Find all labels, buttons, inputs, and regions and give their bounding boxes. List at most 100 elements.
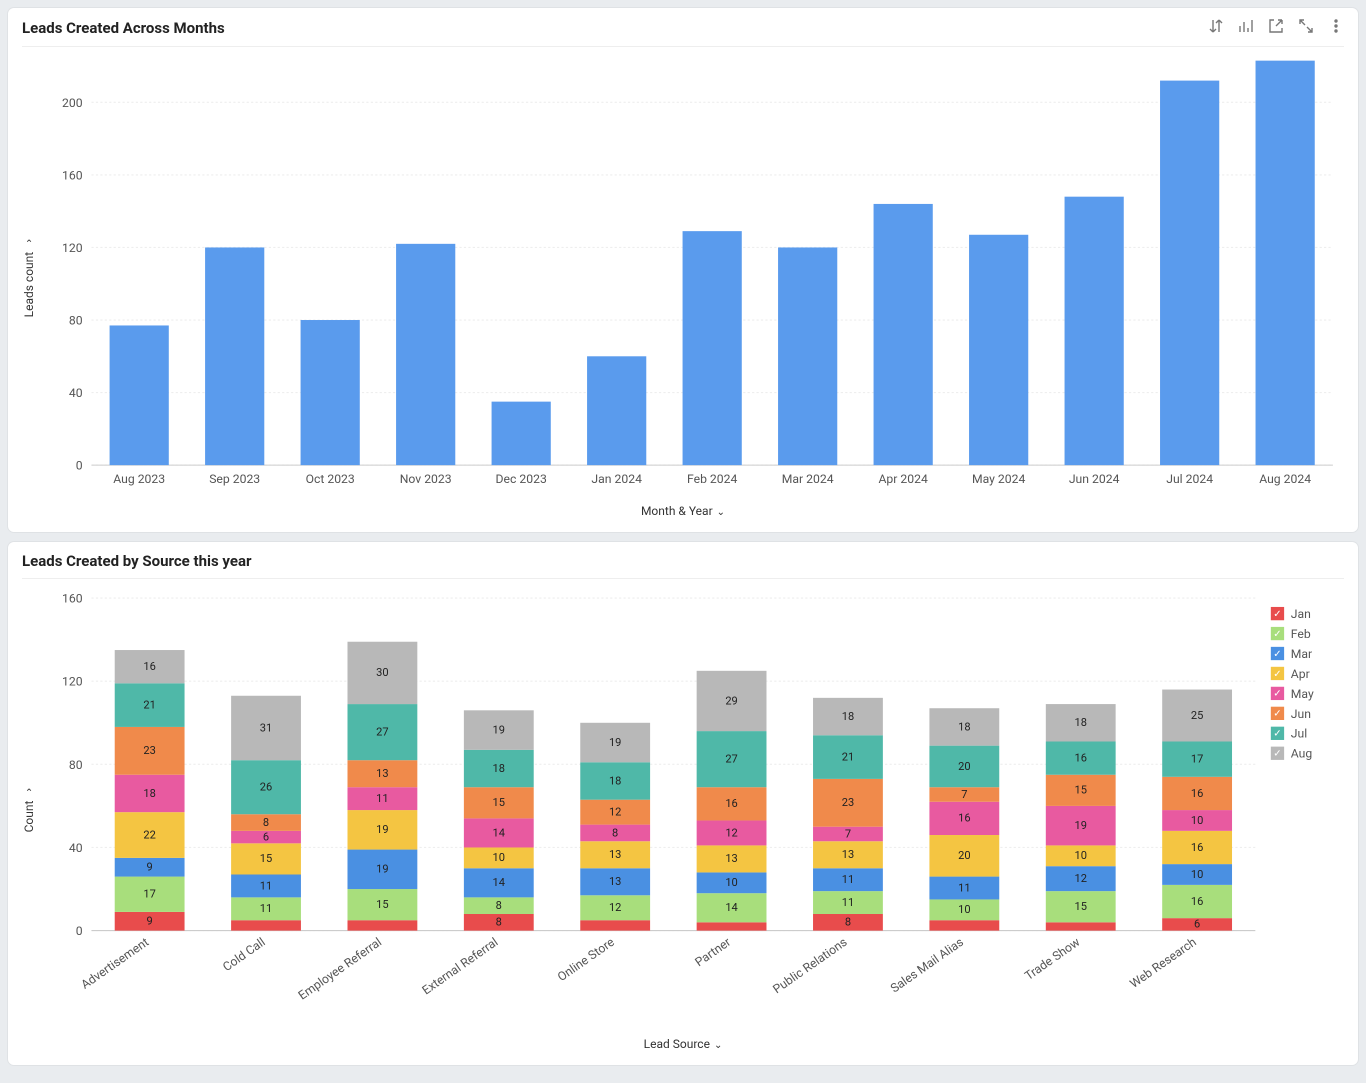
legend-item[interactable]: ✓Feb [1271,627,1311,641]
bar-segment[interactable] [231,921,301,931]
svg-text:18: 18 [842,710,854,723]
svg-text:Sep 2023: Sep 2023 [209,472,260,486]
svg-text:11: 11 [376,792,388,805]
svg-text:Jan 2024: Jan 2024 [591,472,642,486]
y-axis-label[interactable]: Count ⌄ [22,587,36,1030]
legend-item[interactable]: ✓Jul [1271,727,1307,741]
svg-text:13: 13 [842,848,854,861]
svg-text:23: 23 [143,745,155,758]
svg-text:80: 80 [69,758,83,772]
bar[interactable] [492,402,551,465]
svg-text:19: 19 [376,824,388,837]
bar[interactable] [683,231,742,465]
bar-chart-leads-months: 04080120160200Aug 2023Sep 2023Oct 2023No… [36,55,1344,498]
svg-text:13: 13 [609,848,621,861]
svg-text:160: 160 [62,592,83,606]
svg-text:18: 18 [493,762,505,775]
svg-text:22: 22 [143,829,155,842]
svg-text:Sales Mail Alias: Sales Mail Alias [888,935,966,996]
chart-panel-leads-across-months: Leads Created Across Months Leads count … [8,8,1358,532]
svg-text:23: 23 [842,796,854,809]
chevron-down-icon: ⌄ [24,236,35,247]
svg-text:8: 8 [612,827,618,840]
svg-text:Online Store: Online Store [555,935,617,985]
legend-item[interactable]: ✓Jan [1271,607,1311,621]
svg-text:Advertisement: Advertisement [79,935,152,992]
bar-chart-icon[interactable] [1238,18,1254,38]
legend-item[interactable]: ✓Apr [1271,667,1310,681]
bar[interactable] [110,325,169,465]
svg-text:May: May [1291,687,1314,701]
open-external-icon[interactable] [1268,18,1284,38]
svg-text:10: 10 [493,852,505,865]
svg-text:10: 10 [725,877,737,890]
bar[interactable] [778,247,837,465]
svg-text:12: 12 [609,901,621,914]
svg-text:7: 7 [961,788,967,801]
svg-text:May 2024: May 2024 [972,472,1026,486]
svg-text:Dec 2023: Dec 2023 [496,472,547,486]
bar[interactable] [205,247,264,465]
svg-text:16: 16 [1191,841,1203,854]
svg-text:Aug 2024: Aug 2024 [1259,472,1311,486]
svg-text:✓: ✓ [1273,749,1281,760]
svg-text:11: 11 [958,882,970,895]
legend-item[interactable]: ✓Aug [1271,747,1313,761]
chart-panel-leads-by-source: Leads Created by Source this year Count … [8,542,1358,1064]
svg-text:✓: ✓ [1273,689,1281,700]
svg-text:19: 19 [376,863,388,876]
svg-text:Jul 2024: Jul 2024 [1166,472,1213,486]
svg-text:Cold Call: Cold Call [220,935,268,974]
svg-text:19: 19 [1074,819,1086,832]
chevron-down-icon: ⌄ [24,786,35,797]
svg-text:9: 9 [147,915,153,928]
svg-text:0: 0 [76,924,83,938]
svg-text:18: 18 [1074,716,1086,729]
bar[interactable] [969,235,1028,465]
svg-text:Mar 2024: Mar 2024 [782,472,834,486]
legend-item[interactable]: ✓Jun [1271,707,1311,721]
svg-text:16: 16 [143,660,155,673]
svg-text:0: 0 [76,459,83,473]
svg-text:9: 9 [147,861,153,874]
bar[interactable] [874,204,933,465]
y-axis-label[interactable]: Leads count ⌄ [22,55,36,498]
svg-text:Trade Show: Trade Show [1022,935,1082,983]
svg-text:10: 10 [1191,868,1203,881]
svg-text:15: 15 [493,796,505,809]
expand-icon[interactable] [1298,18,1314,38]
more-icon[interactable] [1328,18,1344,38]
legend-item[interactable]: ✓ May [1271,687,1314,701]
svg-text:80: 80 [69,313,83,327]
svg-text:19: 19 [609,736,621,749]
bar[interactable] [301,320,360,465]
bar[interactable] [1160,81,1219,466]
bar[interactable] [587,356,646,465]
x-axis-label[interactable]: Month & Year⌄ [22,504,1344,518]
bar-segment[interactable] [580,921,650,931]
bar-segment[interactable] [697,923,767,931]
bar[interactable] [396,244,455,465]
panel-header: Leads Created by Source this year [22,552,1344,579]
chart-title: Leads Created by Source this year [22,552,251,570]
panel-header: Leads Created Across Months [22,18,1344,47]
svg-text:15: 15 [376,898,388,911]
svg-text:120: 120 [62,675,83,689]
bar-segment[interactable] [1046,923,1116,931]
svg-text:21: 21 [842,751,854,764]
svg-text:26: 26 [260,781,272,794]
bar[interactable] [1256,61,1315,465]
svg-text:18: 18 [958,721,970,734]
svg-text:✓: ✓ [1273,629,1281,640]
panel-actions [1208,18,1344,38]
svg-text:20: 20 [958,849,970,862]
sort-icon[interactable] [1208,18,1224,38]
legend-item[interactable]: ✓Mar [1271,647,1312,661]
bar-segment[interactable] [929,921,999,931]
bar[interactable] [1065,197,1124,465]
x-axis-label[interactable]: Lead Source⌄ [22,1037,1344,1051]
svg-text:Apr 2024: Apr 2024 [878,472,927,486]
svg-text:16: 16 [958,812,970,825]
svg-text:6: 6 [263,831,269,844]
bar-segment[interactable] [347,921,417,931]
